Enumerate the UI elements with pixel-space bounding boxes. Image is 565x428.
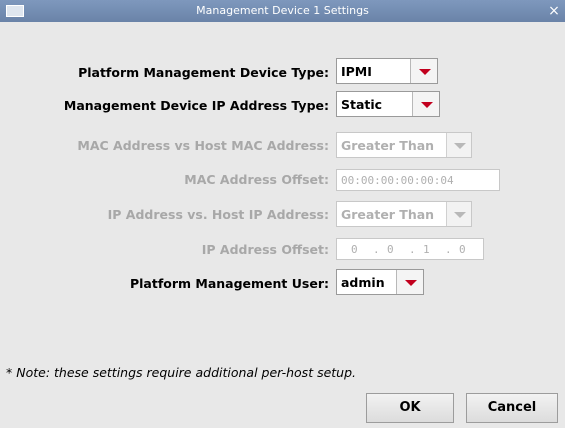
device-type-label: Platform Management Device Type:: [78, 65, 329, 80]
ip-octet-1[interactable]: 0: [351, 243, 358, 256]
ip-separator: .: [373, 243, 380, 256]
ip-offset-label: IP Address Offset:: [201, 242, 329, 257]
ip-separator: .: [409, 243, 416, 256]
close-button[interactable]: ×: [546, 2, 562, 20]
mac-offset-field[interactable]: 00:00:00:00:00:04: [336, 169, 500, 191]
user-value: admin: [341, 275, 385, 290]
ip-octet-4[interactable]: 0: [459, 243, 466, 256]
user-dropdown-button[interactable]: [396, 270, 423, 294]
mac-offset-value: 00:00:00:00:00:04: [341, 174, 454, 187]
device-type-dropdown-button[interactable]: [410, 59, 437, 83]
ip-compare-label: IP Address vs. Host IP Address:: [107, 207, 329, 222]
ip-compare-value: Greater Than: [341, 207, 435, 222]
ip-compare-dropdown-button[interactable]: [446, 202, 471, 226]
chevron-down-icon: [419, 69, 431, 75]
note-text: * Note: these settings require additiona…: [6, 365, 357, 380]
user-combo[interactable]: admin: [336, 269, 424, 295]
mac-compare-label: MAC Address vs Host MAC Address:: [77, 138, 329, 153]
user-label: Platform Management User:: [129, 276, 329, 291]
device-type-value: IPMI: [341, 64, 372, 79]
ip-compare-combo[interactable]: Greater Than: [336, 201, 472, 227]
ok-button[interactable]: OK: [366, 393, 454, 423]
chevron-down-icon: [454, 212, 466, 218]
dialog-content: Platform Management Device Type: IPMI Ma…: [0, 22, 565, 428]
device-type-combo[interactable]: IPMI: [336, 58, 438, 84]
mac-compare-value: Greater Than: [341, 138, 435, 153]
title-bar: Management Device 1 Settings ×: [0, 0, 565, 22]
ip-separator: .: [445, 243, 452, 256]
ip-type-combo[interactable]: Static: [336, 91, 440, 117]
window-title: Management Device 1 Settings: [196, 4, 369, 17]
cancel-button[interactable]: Cancel: [466, 393, 558, 423]
ip-offset-field[interactable]: 0 . 0 . 1 . 0: [336, 238, 484, 260]
ip-octet-3[interactable]: 1: [423, 243, 430, 256]
mac-compare-combo[interactable]: Greater Than: [336, 132, 472, 158]
chevron-down-icon: [405, 280, 417, 286]
ip-type-dropdown-button[interactable]: [412, 92, 439, 116]
mac-compare-dropdown-button[interactable]: [446, 133, 471, 157]
ip-type-value: Static: [341, 97, 383, 112]
ip-type-label: Management Device IP Address Type:: [63, 98, 329, 113]
chevron-down-icon: [454, 143, 466, 149]
ip-octet-2[interactable]: 0: [387, 243, 394, 256]
chevron-down-icon: [421, 102, 433, 108]
mac-offset-label: MAC Address Offset:: [184, 172, 329, 187]
